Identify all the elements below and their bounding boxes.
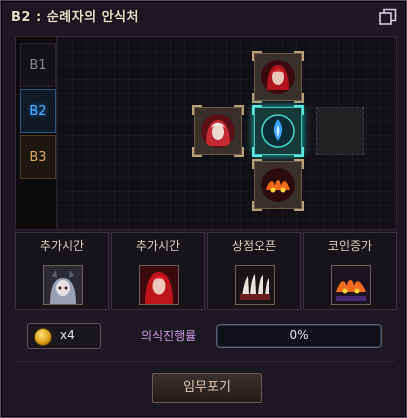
buff-slot[interactable]: 추가시간 [111, 232, 205, 310]
floor-label: B2 [29, 103, 47, 119]
divider [15, 361, 395, 362]
ritual-progress-label: 의식진행률 [141, 329, 197, 343]
window-restore-icon[interactable] [379, 8, 397, 26]
ritual-progress-bar: 0% [216, 324, 382, 348]
floor-tab-b3[interactable]: B3 [20, 135, 56, 179]
progress-text: 0% [289, 328, 309, 342]
claw-beast-icon [235, 265, 275, 305]
white-haired-warrior-portrait-icon [201, 114, 235, 148]
buff-label: 상점오픈 [231, 239, 277, 253]
room-west[interactable] [192, 105, 244, 157]
coin-count: x4 [60, 328, 75, 342]
dungeon-window: B2 : 순례자의 안식처 B1 B2 B3 추가시간 추가시간 상점오픈 코인… [0, 0, 407, 418]
flame-eyes-icon [261, 168, 295, 202]
buff-slot[interactable]: 상점오픈 [207, 232, 301, 310]
blue-flame-player-marker-icon [261, 114, 295, 148]
dungeon-map: B1 B2 B3 [15, 36, 397, 230]
room-east-unexplored[interactable] [316, 107, 364, 155]
room-south[interactable] [252, 159, 304, 211]
buff-slots: 추가시간 추가시간 상점오픈 코인증가 [15, 232, 397, 310]
window-title: B2 : 순례자의 안식처 [11, 10, 139, 25]
floor-tab-b1[interactable]: B1 [20, 43, 56, 87]
buff-label: 코인증가 [327, 239, 373, 253]
buff-slot[interactable]: 추가시간 [15, 232, 109, 310]
floor-label: B3 [29, 149, 47, 165]
abandon-mission-button[interactable]: 임무포기 [152, 373, 262, 403]
buff-slot[interactable]: 코인증가 [303, 232, 397, 310]
red-haired-woman-portrait-icon [139, 265, 179, 305]
floor-selector: B1 B2 B3 [16, 37, 57, 229]
room-north[interactable] [252, 51, 304, 103]
flame-eyes-icon [331, 265, 371, 305]
horned-girl-portrait-icon [43, 265, 83, 305]
gold-coin-icon [34, 328, 52, 346]
floor-tab-b2[interactable]: B2 [20, 89, 56, 133]
floor-label: B1 [29, 57, 47, 73]
red-haired-woman-portrait-icon [261, 60, 295, 94]
buff-label: 추가시간 [135, 239, 181, 253]
coin-counter: x4 [27, 323, 101, 349]
buff-label: 추가시간 [39, 239, 85, 253]
room-center-current[interactable] [252, 105, 304, 157]
